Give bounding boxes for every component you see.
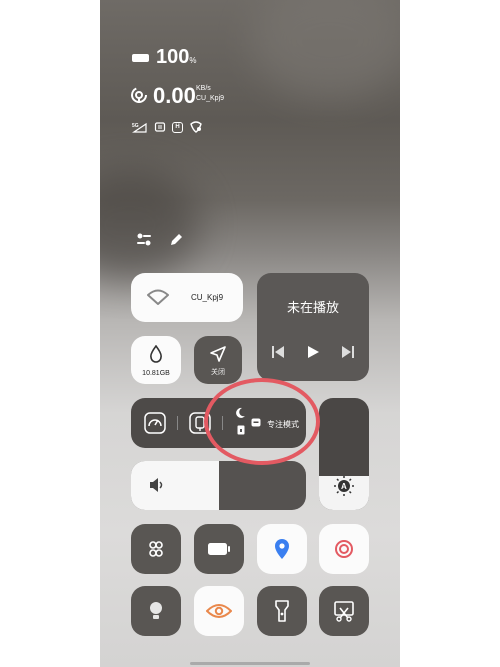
svg-text:A: A	[341, 482, 347, 491]
hotspot-icon	[131, 87, 147, 103]
previous-icon[interactable]	[271, 345, 285, 359]
location-tile[interactable]	[257, 524, 307, 574]
divider	[177, 416, 178, 430]
net-speed-unit: KB/s	[196, 85, 211, 92]
battery-level: 100%	[156, 46, 197, 69]
grid-dots-icon	[149, 541, 163, 557]
edit-pencil-icon[interactable]	[168, 232, 184, 248]
location-pin-icon	[275, 539, 289, 559]
status-icons-row: 5G H	[132, 121, 203, 133]
sliders-icon[interactable]	[136, 232, 152, 248]
wifi-icon	[147, 289, 169, 305]
screen-record-tile[interactable]	[319, 524, 369, 574]
battery-icon	[208, 543, 230, 555]
wifi-name-status: CU_Kpj9	[196, 95, 225, 102]
volume-slider[interactable]	[131, 461, 306, 510]
no-sim-icon	[154, 122, 166, 132]
wallpaper-blob	[250, 0, 400, 100]
hd-icon: H	[172, 121, 183, 133]
navigation-arrow-icon	[210, 346, 226, 362]
flashlight-icon	[275, 600, 289, 622]
bulb-tile[interactable]	[131, 586, 181, 636]
net-speed-meta: KB/s CU_Kpj9	[196, 84, 224, 104]
battery-saver-tile[interactable]	[194, 524, 244, 574]
svg-text:5G: 5G	[132, 123, 139, 129]
wallpaper-blob	[100, 170, 200, 280]
highlight-circle-annotation	[204, 378, 320, 465]
media-status-title: 未在播放	[286, 300, 339, 315]
water-drop-icon	[150, 345, 162, 363]
media-player-tile[interactable]: 未在播放	[257, 273, 369, 381]
navigation-tile[interactable]: 关闭	[194, 336, 242, 384]
battery-unit: %	[189, 56, 197, 65]
home-indicator	[190, 662, 310, 665]
battery-value: 100	[156, 46, 190, 68]
speaker-icon	[150, 478, 163, 492]
eye-comfort-tile[interactable]	[194, 586, 244, 636]
tools-row	[136, 232, 184, 248]
wifi-tile[interactable]: CU_Kpj9	[131, 273, 243, 322]
navigation-tile-label: 关闭	[211, 369, 225, 376]
eye-icon	[206, 604, 232, 618]
5g-signal-icon: 5G	[132, 122, 147, 133]
next-icon[interactable]	[341, 345, 355, 359]
net-speed-value: 0.00	[153, 83, 196, 108]
storage-tile[interactable]: 10.81GB	[131, 336, 181, 384]
shield-icon	[190, 121, 202, 133]
brightness-slider[interactable]: A	[319, 398, 369, 510]
storage-label: 10.81GB	[142, 370, 170, 377]
battery-status-icon	[132, 54, 149, 62]
speedometer-icon[interactable]	[144, 412, 166, 434]
flashlight-tile[interactable]	[257, 586, 307, 636]
media-controls	[271, 345, 355, 359]
volume-fill	[131, 461, 219, 510]
bulb-icon	[150, 602, 162, 619]
screenshot-scissors-icon	[334, 601, 354, 622]
wifi-tile-label: CU_Kpj9	[191, 293, 224, 302]
play-icon[interactable]	[306, 345, 320, 359]
record-icon	[335, 540, 353, 558]
auto-brightness-icon: A	[334, 476, 354, 496]
screenshot-tile[interactable]	[319, 586, 369, 636]
grid-dots-tile[interactable]	[131, 524, 181, 574]
control-center: 100% 0.00 KB/s CU_Kpj9 5G H CU_Kpj9 未在播放…	[100, 0, 400, 667]
hd-label: H	[175, 124, 180, 130]
